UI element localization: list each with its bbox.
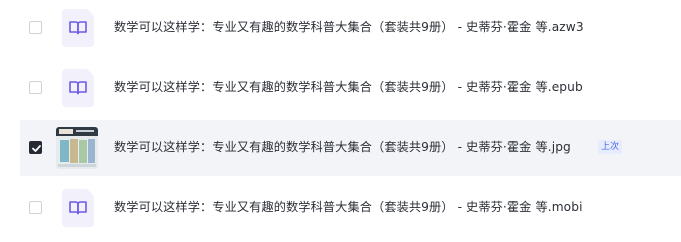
select-checkbox[interactable] bbox=[29, 81, 42, 94]
ebook-file-icon bbox=[62, 9, 94, 47]
ebook-file-icon bbox=[62, 189, 94, 227]
image-thumbnail bbox=[56, 127, 98, 169]
file-row-selected[interactable]: 数学可以这样学：专业又有趣的数学科普大集合（套装共9册） - 史蒂芬·霍金 等.… bbox=[20, 120, 681, 176]
file-name[interactable]: 数学可以这样学：专业又有趣的数学科普大集合（套装共9册） - 史蒂芬·霍金 等.… bbox=[114, 19, 584, 35]
file-name[interactable]: 数学可以这样学：专业又有趣的数学科普大集合（套装共9册） - 史蒂芬·霍金 等.… bbox=[114, 199, 583, 215]
file-name[interactable]: 数学可以这样学：专业又有趣的数学科普大集合（套装共9册） - 史蒂芬·霍金 等.… bbox=[114, 139, 571, 155]
file-row[interactable]: 数学可以这样学：专业又有趣的数学科普大集合（套装共9册） - 史蒂芬·霍金 等.… bbox=[20, 0, 681, 56]
select-checkbox[interactable] bbox=[29, 21, 42, 34]
checkmark-icon bbox=[32, 145, 41, 152]
file-row[interactable]: 数学可以这样学：专业又有趣的数学科普大集合（套装共9册） - 史蒂芬·霍金 等.… bbox=[20, 180, 681, 236]
ebook-file-icon bbox=[62, 69, 94, 107]
select-checkbox-checked[interactable] bbox=[29, 141, 42, 154]
file-name[interactable]: 数学可以这样学：专业又有趣的数学科普大集合（套装共9册） - 史蒂芬·霍金 等.… bbox=[114, 79, 583, 95]
last-opened-badge: 上次 bbox=[598, 140, 623, 154]
file-row[interactable]: 数学可以这样学：专业又有趣的数学科普大集合（套装共9册） - 史蒂芬·霍金 等.… bbox=[20, 60, 681, 116]
file-list: 数学可以这样学：专业又有趣的数学科普大集合（套装共9册） - 史蒂芬·霍金 等.… bbox=[0, 0, 681, 242]
select-checkbox[interactable] bbox=[29, 201, 42, 214]
